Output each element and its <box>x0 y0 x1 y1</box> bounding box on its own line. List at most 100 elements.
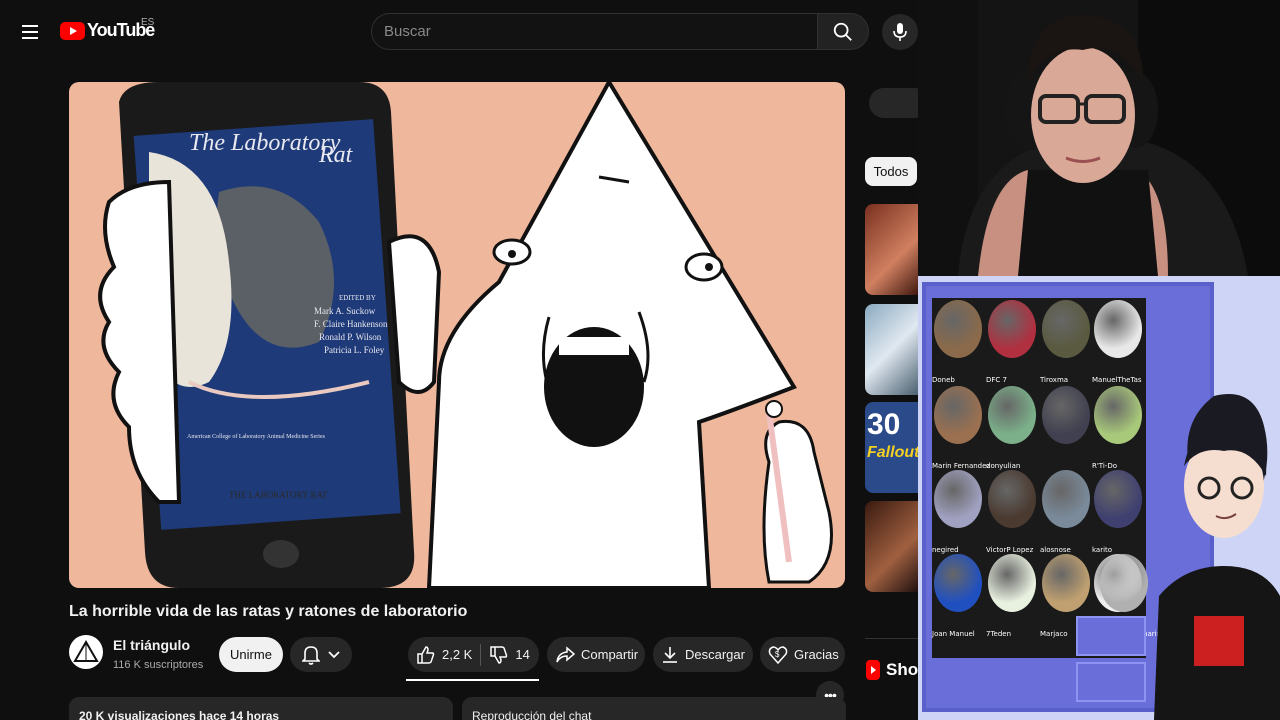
viewer-avatar: Joan Manuel <box>932 552 984 638</box>
notifications-button[interactable] <box>290 637 352 672</box>
viewer-avatar-name: ManuelTheTas <box>1092 376 1142 384</box>
viewer-avatar-name: Doneb <box>932 376 955 384</box>
streamer-webcam <box>918 0 1280 276</box>
search-placeholder: Buscar <box>384 23 431 40</box>
sidebar-video-thumb[interactable] <box>865 304 918 395</box>
thanks-button[interactable]: $ Gracias <box>760 637 845 672</box>
book-title-line1: The Laboratory <box>189 130 341 156</box>
sidebar-video-thumb[interactable]: 30 Fallout <box>865 402 918 493</box>
viewer-avatar: 7Teden <box>986 552 1038 638</box>
viewer-avatar-image <box>934 554 982 612</box>
like-dislike-group: 2,2 K 14 <box>408 637 539 672</box>
viewer-avatar: Marin Fernandez <box>932 384 990 470</box>
viewer-avatar: karito <box>1092 468 1144 554</box>
stream-viewer-overlay: Doneb DFC 7 Tiroxma ManuelTheTas Marin Ferna… <box>918 276 1280 720</box>
video-player[interactable]: The Laboratory Rat EDITED BY Mark A. Suc… <box>69 82 845 588</box>
thumb-text: Fallout <box>867 444 918 461</box>
book-editor-3: Ronald P. Wilson <box>319 332 382 342</box>
viewer-avatar-image <box>1042 554 1090 612</box>
shorts-section[interactable]: Sho <box>866 660 918 680</box>
streamer-avatar-illustration <box>1154 394 1280 720</box>
triangle-logo-icon <box>73 640 99 662</box>
svg-text:$: $ <box>775 650 780 659</box>
viewer-avatar: ManuelTheTas <box>1092 298 1144 384</box>
dislike-button[interactable] <box>489 645 509 665</box>
viewer-avatar-name: Tiroxma <box>1040 376 1069 384</box>
thanks-heart-dollar-icon: $ <box>768 645 788 664</box>
viewer-avatar: alosnose <box>1040 468 1092 554</box>
search-input[interactable]: Buscar <box>371 13 817 50</box>
thumbs-up-icon <box>417 645 435 664</box>
like-progress-underline <box>406 679 539 681</box>
microphone-icon <box>893 23 907 41</box>
viewer-avatar <box>1040 384 1092 470</box>
thumb-year: 30 <box>867 408 901 441</box>
like-button[interactable] <box>416 645 436 665</box>
viewer-avatar-image <box>1042 386 1090 444</box>
chat-replay-box[interactable]: Reproducción del chat <box>462 697 846 720</box>
like-count[interactable]: 2,2 K <box>442 647 472 662</box>
dislike-count[interactable]: 14 <box>515 647 529 662</box>
viewer-avatar: DFC 7 <box>986 298 1038 384</box>
search-icon <box>833 22 852 41</box>
chevron-down-icon <box>328 650 340 658</box>
description-box[interactable]: 20 K visualizaciones hace 14 horas <box>69 697 453 720</box>
like-divider <box>480 643 482 666</box>
share-button[interactable]: Compartir <box>547 637 645 672</box>
viewer-avatar-image <box>988 554 1036 612</box>
viewer-avatar: VictorP Lopez <box>986 468 1038 554</box>
viewer-avatar: negired <box>932 468 984 554</box>
subscriber-count: 116 K suscriptores <box>113 659 204 671</box>
search-button[interactable] <box>817 13 869 50</box>
book-editor-4: Patricia L. Foley <box>324 345 385 355</box>
book-college: American College of Laboratory Animal Me… <box>187 433 326 440</box>
channel-name[interactable]: El triángulo <box>113 637 190 653</box>
viewer-avatar-image <box>988 470 1036 528</box>
viewer-avatar-grid: Doneb DFC 7 Tiroxma ManuelTheTas Marin Ferna… <box>932 298 1161 658</box>
viewer-avatar-name: DFC 7 <box>986 376 1007 384</box>
youtube-header: YouTube ES Buscar <box>0 0 918 64</box>
shorts-label: Sho <box>886 660 919 679</box>
download-button[interactable]: Descargar <box>653 637 753 672</box>
join-button[interactable]: Unirme <box>219 637 283 672</box>
viewer-avatar-image <box>988 300 1036 358</box>
video-title: La horrible vida de las ratas y ratones … <box>69 603 468 620</box>
viewer-avatar-image <box>988 386 1036 444</box>
thanks-label: Gracias <box>794 647 839 662</box>
viewer-avatar: Doneb <box>932 298 984 384</box>
book-editors-label: EDITED BY <box>339 294 376 302</box>
view-stats: 20 K visualizaciones hace 14 horas <box>79 709 280 720</box>
book-editor-1: Mark A. Suckow <box>314 306 376 316</box>
download-label: Descargar <box>685 647 745 662</box>
viewer-avatar-image <box>1100 554 1148 612</box>
viewer-avatar-image <box>1094 470 1142 528</box>
viewer-avatar-image <box>1094 300 1142 358</box>
channel-avatar[interactable] <box>69 635 103 669</box>
book-title-line2: Rat <box>318 142 354 168</box>
webcam-image <box>918 0 1280 276</box>
viewer-avatar: donyulian <box>986 384 1038 470</box>
viewer-avatar-image <box>934 386 982 444</box>
sidebar-video-thumb[interactable] <box>865 501 918 592</box>
sidebar-divider <box>865 638 918 639</box>
bell-icon <box>302 645 320 665</box>
board-frame-slot <box>1076 616 1146 656</box>
country-code: ES <box>141 17 155 28</box>
voice-search-button[interactable] <box>882 14 918 50</box>
book-footer: THE LABORATORY RAT <box>229 490 328 500</box>
chip-all[interactable]: Todos <box>865 157 917 186</box>
download-icon <box>663 646 677 663</box>
youtube-play-icon <box>60 21 85 40</box>
video-frame-illustration: The Laboratory Rat EDITED BY Mark A. Suc… <box>98 82 833 588</box>
viewer-avatar-image <box>934 470 982 528</box>
sidebar-video-thumb[interactable] <box>865 204 918 295</box>
hamburger-menu-icon[interactable] <box>14 16 46 48</box>
viewer-avatar-image <box>1042 300 1090 358</box>
book-editor-2: F. Claire Hankenson <box>314 319 388 329</box>
share-label: Compartir <box>581 647 639 662</box>
chat-replay-label: Reproducción del chat <box>472 709 592 720</box>
thumbs-down-icon <box>490 645 508 664</box>
viewer-avatar: Tiroxma <box>1040 298 1092 384</box>
viewer-avatar-image <box>1042 470 1090 528</box>
viewer-avatar-image <box>934 300 982 358</box>
